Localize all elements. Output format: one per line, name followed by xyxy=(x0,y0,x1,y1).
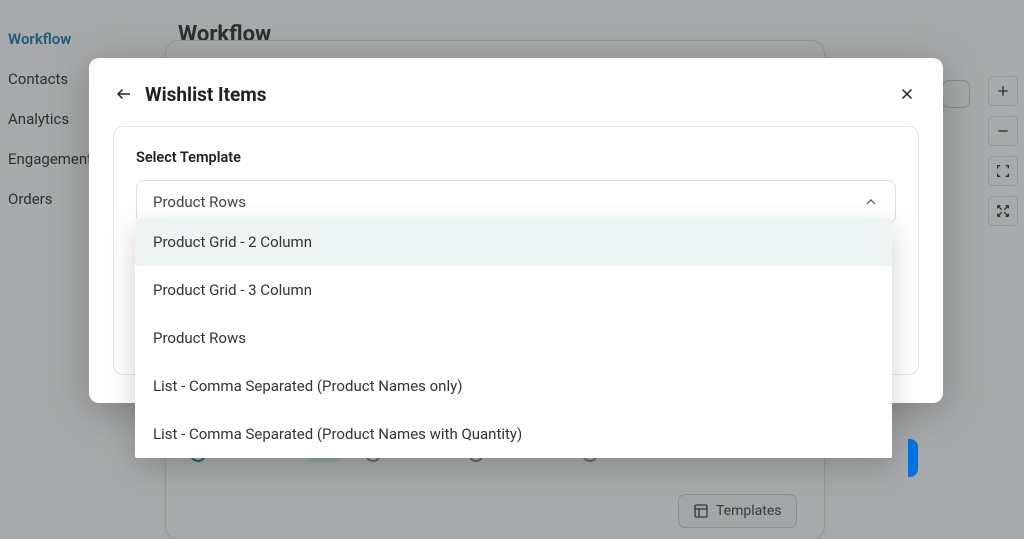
template-select-value: Product Rows xyxy=(153,193,246,211)
dropdown-option[interactable]: List - Comma Separated (Product Names on… xyxy=(135,362,892,410)
modal-header: Wishlist Items xyxy=(113,82,919,106)
arrow-left-icon xyxy=(115,85,133,103)
chevron-up-icon xyxy=(863,194,879,210)
dropdown-option[interactable]: Product Rows xyxy=(135,314,892,362)
template-dropdown: Product Grid - 2 Column Product Grid - 3… xyxy=(135,218,892,458)
primary-button-edge[interactable] xyxy=(908,439,918,477)
dropdown-option[interactable]: Product Grid - 3 Column xyxy=(135,266,892,314)
dropdown-option[interactable]: Product Grid - 2 Column xyxy=(135,218,892,266)
close-button[interactable] xyxy=(895,82,919,106)
dropdown-option[interactable]: List - Comma Separated (Product Names wi… xyxy=(135,410,892,458)
select-template-label: Select Template xyxy=(136,149,896,166)
close-icon xyxy=(898,85,916,103)
back-button[interactable] xyxy=(113,83,135,105)
modal-title: Wishlist Items xyxy=(145,83,267,106)
